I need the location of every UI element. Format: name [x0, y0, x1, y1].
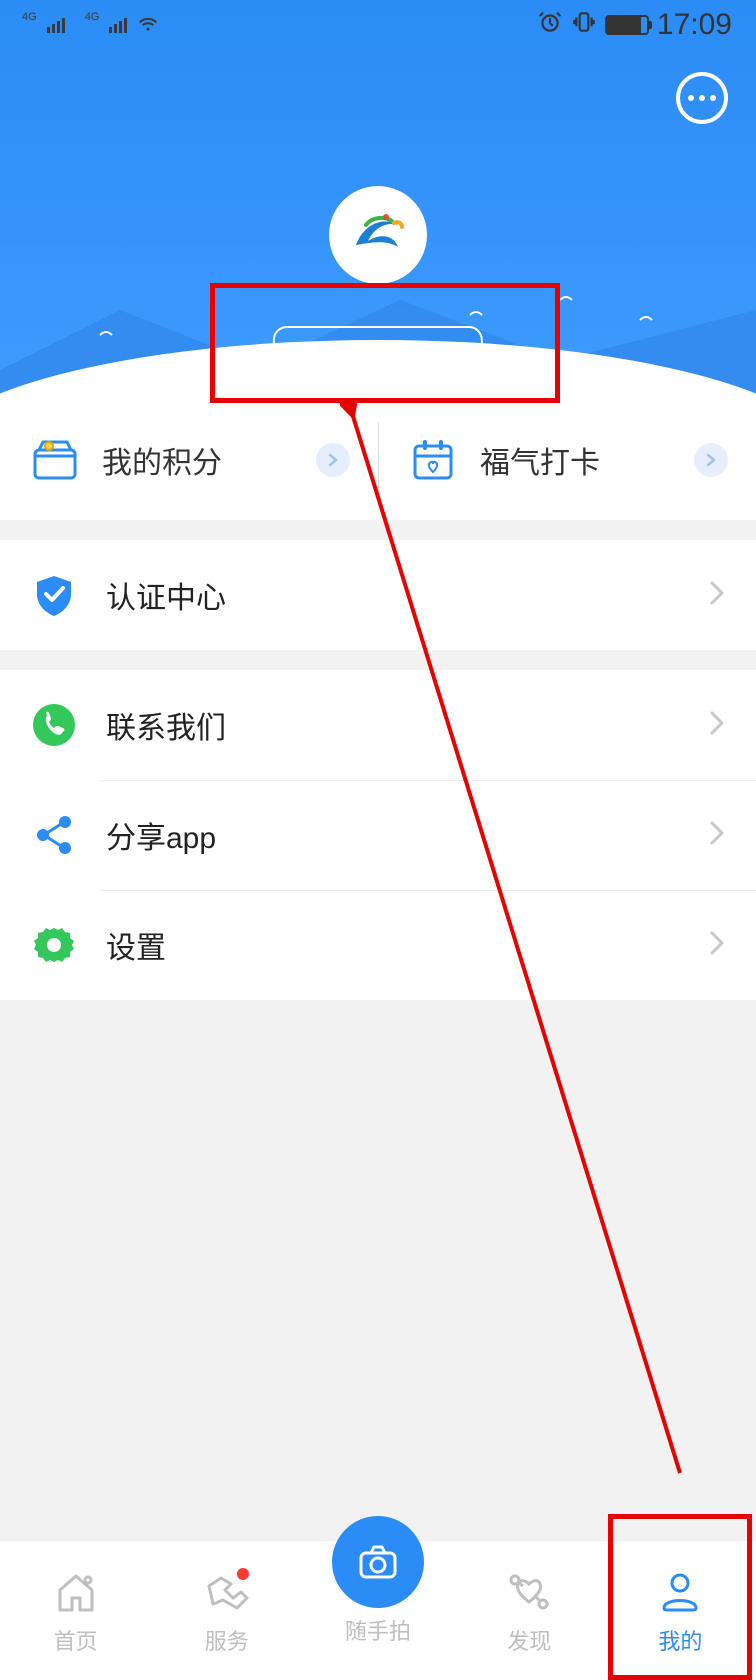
battery-icon [605, 15, 649, 35]
tile-points-label: 我的积分 [102, 438, 296, 482]
tile-points[interactable]: 我的积分 [0, 400, 378, 520]
menu-item-auth-center[interactable]: 认证中心 [0, 540, 756, 650]
nav-label: 服务 [205, 1624, 249, 1656]
gear-icon [30, 921, 78, 969]
shield-check-icon [30, 571, 78, 619]
phone-icon [30, 701, 78, 749]
nav-camera[interactable]: 随手拍 [302, 1511, 453, 1650]
menu-item-settings[interactable]: 设置 [0, 890, 756, 1000]
wifi-icon [135, 9, 161, 41]
quick-tiles: 我的积分 福气打卡 [0, 400, 756, 520]
status-bar: 4G 4G 17:09 [0, 0, 756, 50]
nav-home[interactable]: 首页 [0, 1541, 151, 1680]
calendar-heart-icon [406, 433, 460, 487]
notification-dot-icon [237, 1568, 249, 1580]
heart-network-icon [503, 1566, 555, 1618]
menu-item-share[interactable]: 分享app [0, 780, 756, 890]
status-right: 17:09 [537, 8, 732, 42]
status-left: 4G 4G [24, 9, 161, 41]
nav-discover[interactable]: 发现 [454, 1541, 605, 1680]
nav-label: 随手拍 [345, 1614, 411, 1646]
clock-text: 17:09 [657, 8, 732, 42]
menu-label: 联系我们 [106, 703, 680, 747]
handshake-icon [201, 1566, 253, 1618]
app-logo-avatar[interactable] [329, 186, 427, 284]
menu-label: 认证中心 [106, 573, 680, 617]
messages-button[interactable] [676, 72, 728, 124]
signal-2-label: 4G [85, 11, 100, 23]
nav-service[interactable]: 服务 [151, 1541, 302, 1680]
signal-bars-1-icon [47, 18, 65, 33]
home-icon [50, 1566, 102, 1618]
chevron-right-icon [316, 443, 350, 477]
signal-1-label: 4G [22, 11, 37, 23]
menu-label: 分享app [106, 813, 680, 857]
nav-label: 首页 [54, 1624, 98, 1656]
chevron-right-icon [694, 443, 728, 477]
chevron-right-icon [708, 929, 726, 962]
tile-checkin-label: 福气打卡 [480, 438, 674, 482]
menu-group-1: 认证中心 [0, 540, 756, 650]
menu-label: 设置 [106, 923, 680, 967]
vibrate-icon [571, 9, 597, 42]
nav-label: 发现 [507, 1624, 551, 1656]
alarm-icon [537, 9, 563, 42]
chevron-right-icon [708, 819, 726, 852]
signal-bars-2-icon [109, 18, 127, 33]
share-icon [30, 811, 78, 859]
profile-header: 登录/注册 [0, 0, 756, 400]
annotation-box-mine [608, 1514, 752, 1680]
annotation-box-login [210, 283, 560, 403]
menu-group-2: 联系我们 分享app 设置 [0, 670, 756, 1000]
chevron-right-icon [708, 579, 726, 612]
chevron-right-icon [708, 709, 726, 742]
menu-item-contact[interactable]: 联系我们 [0, 670, 756, 780]
camera-icon [332, 1516, 424, 1608]
wallet-icon [28, 433, 82, 487]
tile-checkin[interactable]: 福气打卡 [378, 400, 756, 520]
